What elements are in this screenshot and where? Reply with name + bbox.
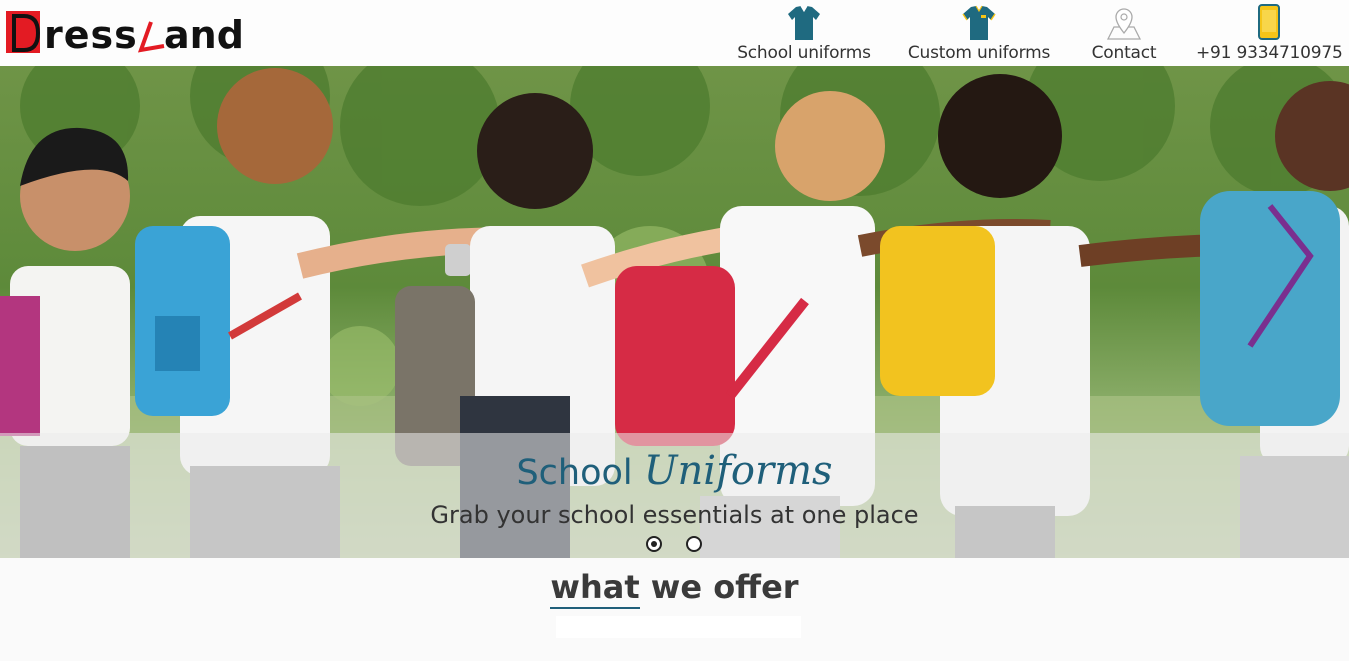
hero-title-script: Uniforms (643, 448, 833, 494)
custom-shirt-icon (962, 5, 996, 40)
phone-icon (1258, 4, 1280, 40)
hero-caption: School Uniforms Grab your school essenti… (0, 433, 1349, 558)
nav-label: School uniforms (737, 43, 871, 63)
section-title-rest: we offer (639, 568, 799, 606)
offer-section: what we offer (0, 558, 1349, 661)
hero-title-plain: School (516, 453, 633, 493)
section-title-underlined: what (550, 568, 640, 609)
svg-text:ress: ress (44, 13, 138, 56)
offer-content-placeholder (556, 616, 801, 638)
nav-contact[interactable]: Contact (1086, 0, 1162, 66)
svg-text:and: and (164, 13, 244, 56)
nav-custom-uniforms[interactable]: Custom uniforms (904, 0, 1054, 66)
carousel-dot-1[interactable] (646, 536, 662, 552)
dressland-logo[interactable]: ress and (4, 8, 244, 56)
school-shirt-icon (788, 5, 820, 40)
location-pin-icon (1106, 8, 1142, 40)
carousel-dot-2[interactable] (686, 536, 702, 552)
hero-title: School Uniforms (0, 448, 1349, 494)
nav-label: Custom uniforms (907, 43, 1051, 63)
nav-phone[interactable]: +91 9334710975 (1196, 0, 1343, 66)
hero-subtitle: Grab your school essentials at one place (430, 501, 919, 529)
nav-school-uniforms[interactable]: School uniforms (736, 0, 872, 66)
section-title: what we offer (0, 568, 1349, 609)
nav-label: +91 9334710975 (1196, 43, 1343, 63)
site-header: ress and School uniforms Custom uniforms… (0, 0, 1349, 66)
hero-carousel[interactable]: School Uniforms Grab your school essenti… (0, 66, 1349, 558)
nav-label: Contact (1091, 43, 1157, 63)
